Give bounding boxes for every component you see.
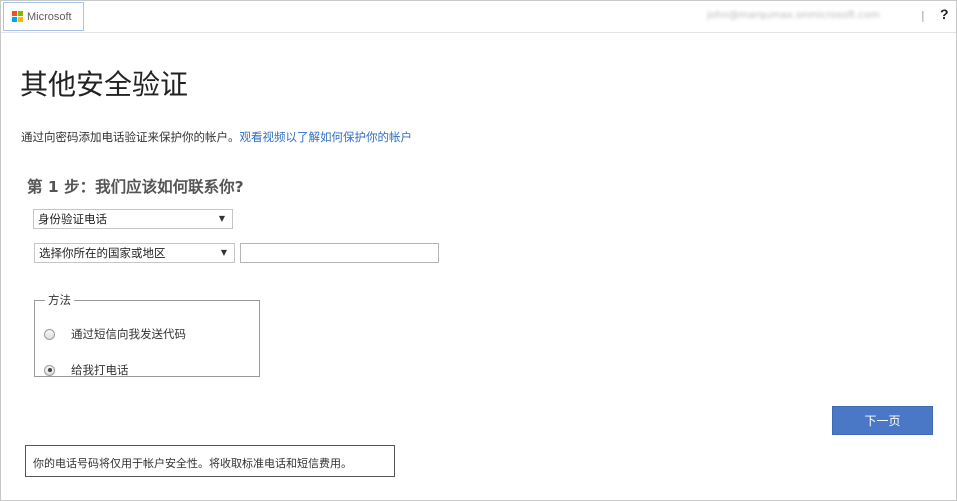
intro-description: 通过向密码添加电话验证来保护你的帐户。: [21, 130, 240, 144]
header-divider: |: [921, 9, 925, 22]
contact-method-select[interactable]: 身份验证电话 ▼: [33, 209, 233, 229]
radio-text-me[interactable]: 通过短信向我发送代码: [44, 326, 186, 342]
page-title: 其他安全验证: [20, 68, 189, 101]
microsoft-logo[interactable]: Microsoft: [3, 2, 84, 31]
page-frame: Microsoft john@marqumax.onmicrosoft.com …: [0, 0, 957, 501]
phone-number-input[interactable]: [240, 243, 439, 263]
country-select-value: 选择你所在的国家或地区: [39, 246, 166, 260]
radio-call-me[interactable]: 给我打电话: [44, 362, 129, 378]
method-group: 方法 通过短信向我发送代码 给我打电话: [34, 292, 260, 377]
radio-label-call-me: 给我打电话: [71, 363, 129, 377]
brand-name: Microsoft: [27, 10, 72, 23]
radio-label-text-me: 通过短信向我发送代码: [71, 327, 186, 341]
radio-icon[interactable]: [44, 328, 55, 340]
step-title: 第 1 步：我们应该如何联系你?: [27, 178, 244, 196]
microsoft-logo-icon: [12, 11, 23, 22]
watch-video-link[interactable]: 观看视频以了解如何保护你的帐户: [240, 130, 413, 144]
privacy-note: 你的电话号码将仅用于帐户安全性。将收取标准电话和短信费用。: [25, 445, 395, 477]
top-bar: Microsoft john@marqumax.onmicrosoft.com …: [1, 1, 956, 33]
radio-selected-icon[interactable]: [44, 364, 55, 376]
next-button[interactable]: 下一页: [832, 406, 933, 435]
country-select[interactable]: 选择你所在的国家或地区 ▼: [34, 243, 235, 263]
contact-method-value: 身份验证电话: [38, 212, 107, 226]
chevron-down-icon: ▼: [220, 248, 227, 257]
method-legend: 方法: [48, 293, 71, 307]
user-email[interactable]: john@marqumax.onmicrosoft.com: [707, 10, 880, 21]
chevron-down-icon: ▼: [218, 214, 225, 223]
help-icon[interactable]: ?: [940, 6, 949, 22]
intro-text: 通过向密码添加电话验证来保护你的帐户。观看视频以了解如何保护你的帐户: [21, 129, 412, 145]
